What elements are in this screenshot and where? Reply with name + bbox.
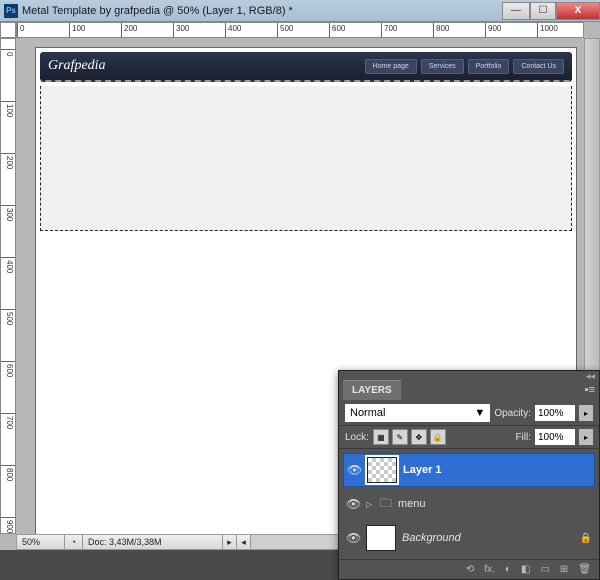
layer-name[interactable]: menu <box>398 498 426 510</box>
window-titlebar: Ps Metal Template by grafpedia @ 50% (La… <box>0 0 600 22</box>
expand-icon[interactable]: ▷ <box>366 500 374 509</box>
lock-label: Lock: <box>345 432 369 443</box>
blend-mode-value: Normal <box>350 407 385 419</box>
design-nav-item: Contact Us <box>513 59 564 74</box>
scroll-left-icon[interactable]: ◂ <box>237 535 251 549</box>
close-button[interactable]: X <box>556 2 600 20</box>
visibility-icon[interactable]: 👁 <box>346 531 360 545</box>
collapse-icon[interactable]: ◂◂ <box>586 371 595 379</box>
ruler-vertical[interactable]: 0100200300400500600700800900 <box>0 38 16 534</box>
lock-icon: 🔒 <box>580 533 592 544</box>
zoom-level[interactable]: 50% <box>17 535 65 549</box>
lock-all-icon[interactable]: 🔒 <box>430 429 446 445</box>
layers-footer: ⟲ fx. ◐ ◧ ▭ ⊞ 🗑 <box>339 559 599 579</box>
fill-label: Fill: <box>515 432 531 443</box>
opacity-field[interactable]: 100% <box>535 405 575 421</box>
layer-row[interactable]: 👁 ▷ 🗀 menu <box>343 487 595 521</box>
maximize-button[interactable]: ☐ <box>530 2 556 20</box>
design-nav-item: Portfolio <box>468 59 510 74</box>
lock-pixels-icon[interactable]: ✎ <box>392 429 408 445</box>
minimize-button[interactable]: — <box>502 2 530 20</box>
layers-tab[interactable]: LAYERS <box>343 380 401 400</box>
design-nav-item: Home page <box>365 59 417 74</box>
ruler-corner <box>0 22 16 38</box>
selection-marquee <box>40 86 572 231</box>
lock-transparent-icon[interactable]: ▦ <box>373 429 389 445</box>
layer-name[interactable]: Background <box>402 532 461 544</box>
layer-name[interactable]: Layer 1 <box>403 464 442 476</box>
fill-slider-icon[interactable]: ▸ <box>579 429 593 445</box>
layer-thumbnail[interactable] <box>367 457 397 483</box>
photoshop-icon: Ps <box>4 4 18 18</box>
folder-icon: 🗀 <box>380 494 392 515</box>
layer-row[interactable]: 👁 Background 🔒 <box>343 521 595 555</box>
design-logo: Grafpedia <box>48 58 106 74</box>
fill-field[interactable]: 100% <box>535 429 575 445</box>
design-nav-item: Services <box>421 59 464 74</box>
layer-list: 👁 Layer 1 👁 ▷ 🗀 menu 👁 Background 🔒 <box>339 449 599 559</box>
lock-position-icon[interactable]: ✥ <box>411 429 427 445</box>
opacity-slider-icon[interactable]: ▸ <box>579 405 593 421</box>
design-navbar: Grafpedia Home page Services Portfolio C… <box>40 52 572 82</box>
visibility-icon[interactable]: 👁 <box>347 463 361 477</box>
visibility-icon[interactable]: 👁 <box>346 497 360 511</box>
layer-thumbnail[interactable] <box>366 525 396 551</box>
ruler-horizontal[interactable]: 01002003004005006007008009001000 <box>16 22 584 38</box>
window-title: Metal Template by grafpedia @ 50% (Layer… <box>22 5 293 17</box>
status-icon[interactable]: ◔ <box>65 535 83 549</box>
doc-size-status: Doc: 3,43M/3,38M <box>83 535 223 549</box>
opacity-label: Opacity: <box>494 408 531 419</box>
layers-panel[interactable]: ◂◂ LAYERS ▪≡ Normal▼ Opacity: 100% ▸ Loc… <box>338 370 600 580</box>
status-arrow-icon[interactable]: ▸ <box>223 535 237 549</box>
panel-menu-icon[interactable]: ▪≡ <box>585 384 595 396</box>
layer-row[interactable]: 👁 Layer 1 <box>343 453 595 487</box>
blend-mode-dropdown[interactable]: Normal▼ <box>345 404 490 422</box>
